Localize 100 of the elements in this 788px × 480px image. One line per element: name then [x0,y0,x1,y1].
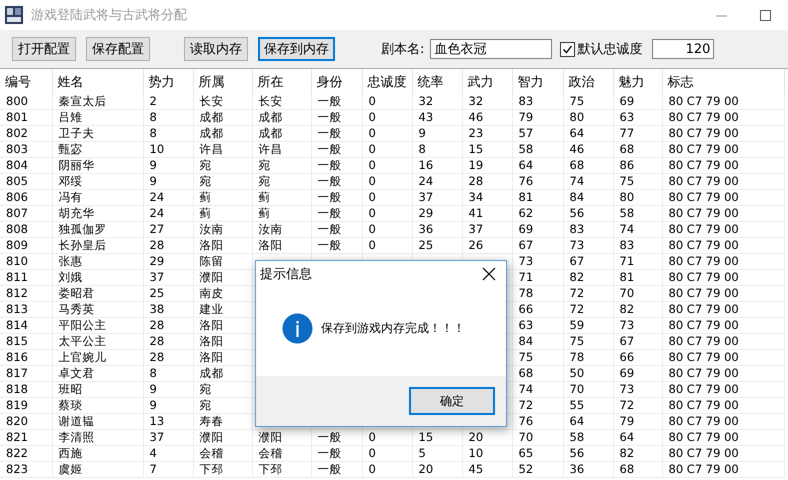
close-icon[interactable] [482,267,496,281]
toolbar-button[interactable]: 读取内存 [184,37,248,61]
table-cell: 79 [512,110,563,126]
column-header[interactable]: 身份 [311,69,362,94]
column-header[interactable]: 所属 [193,69,252,94]
table-cell: 808 [0,222,52,238]
table-cell: 宛 [193,158,252,174]
table-cell: 37 [462,222,512,238]
table-cell: 9 [412,126,462,142]
column-header[interactable]: 武力 [462,69,512,94]
table-cell: 80 C7 79 00 [662,110,784,126]
column-header[interactable]: 政治 [563,69,613,94]
table-cell: 蓟 [193,206,252,222]
table-cell: 阴丽华 [52,158,143,174]
table-cell: 80 C7 79 00 [662,94,784,110]
table-cell: 蔡琰 [52,398,143,414]
info-icon [282,313,313,344]
table-cell: 37 [143,270,193,286]
toolbar-button[interactable]: 打开配置 [12,37,76,61]
table-cell: 36 [563,462,613,478]
table-cell: 58 [563,430,613,446]
column-header[interactable]: 势力 [143,69,193,94]
table-cell: 蓟 [252,190,311,206]
table-cell: 寿春 [193,414,252,430]
column-header[interactable]: 标志 [662,69,784,94]
table-cell: 16 [412,158,462,174]
table-cell: 81 [613,270,662,286]
column-header[interactable]: 所在 [252,69,311,94]
table-cell: 80 C7 79 00 [662,190,784,206]
table-cell: 一般 [311,126,362,142]
table-cell: 长孙皇后 [52,238,143,254]
script-name-field[interactable]: 血色衣冠 [430,39,552,59]
table-cell: 34 [462,190,512,206]
table-cell: 洛阳 [252,238,311,254]
table-cell: 29 [412,206,462,222]
table-cell: 46 [563,142,613,158]
table-cell: 长安 [193,94,252,110]
table-cell: 一般 [311,206,362,222]
table-cell: 13 [143,414,193,430]
table-cell: 72 [512,398,563,414]
table-cell: 洛阳 [193,350,252,366]
table-cell: 59 [563,318,613,334]
table-cell: 32 [462,94,512,110]
table-cell: 820 [0,414,52,430]
table-cell: 32 [412,94,462,110]
table-cell: 8 [143,366,193,382]
table-cell: 56 [563,446,613,462]
table-cell: 76 [512,414,563,430]
script-name-label: 剧本名: [381,41,424,58]
table-cell: 成都 [193,110,252,126]
table-cell: 2 [143,94,193,110]
table-cell: 80 C7 79 00 [662,254,784,270]
table-cell: 虞姬 [52,462,143,478]
table-cell: 80 C7 79 00 [662,446,784,462]
column-header[interactable]: 智力 [512,69,563,94]
table-cell: 濮阳 [252,430,311,446]
table-cell: 80 C7 79 00 [662,382,784,398]
table-cell: 58 [613,206,662,222]
table-cell: 80 C7 79 00 [662,414,784,430]
table-cell: 64 [512,158,563,174]
toolbar-button[interactable]: 保存配置 [86,37,150,61]
table-cell: 80 [563,110,613,126]
table-cell: 25 [412,238,462,254]
table-cell: 0 [362,158,412,174]
table-cell: 班昭 [52,382,143,398]
table-cell: 56 [563,206,613,222]
table-cell: 胡充华 [52,206,143,222]
table-cell: 5 [412,446,462,462]
table-cell: 24 [143,206,193,222]
loyalty-field[interactable]: 120 [652,39,714,59]
column-header[interactable]: 姓名 [52,69,143,94]
table-cell: 67 [563,254,613,270]
table-cell: 78 [563,350,613,366]
table-cell: 宛 [193,398,252,414]
table-cell: 69 [613,366,662,382]
ok-button[interactable]: 确定 [409,387,495,415]
table-cell: 64 [613,430,662,446]
column-header[interactable]: 魅力 [613,69,662,94]
table-cell: 80 C7 79 00 [662,206,784,222]
column-header[interactable]: 忠诚度 [362,69,412,94]
column-header[interactable]: 统率 [412,69,462,94]
column-header[interactable]: 编号 [0,69,52,94]
table-cell: 80 C7 79 00 [662,430,784,446]
table-cell: 71 [613,254,662,270]
table-cell: 一般 [311,190,362,206]
toolbar-button[interactable]: 保存到内存 [258,37,335,61]
table-cell: 24 [412,174,462,190]
table-cell: 73 [613,382,662,398]
table-cell: 0 [362,142,412,158]
table-cell: 45 [462,462,512,478]
table-cell: 75 [563,94,613,110]
table-cell: 长安 [252,94,311,110]
table-cell: 19 [462,158,512,174]
table-cell: 7 [143,462,193,478]
table-cell: 27 [143,222,193,238]
table-cell: 卓文君 [52,366,143,382]
checkbox[interactable] [560,42,576,56]
table-cell: 8 [412,142,462,158]
table-cell: 28 [143,350,193,366]
table-cell: 62 [512,206,563,222]
